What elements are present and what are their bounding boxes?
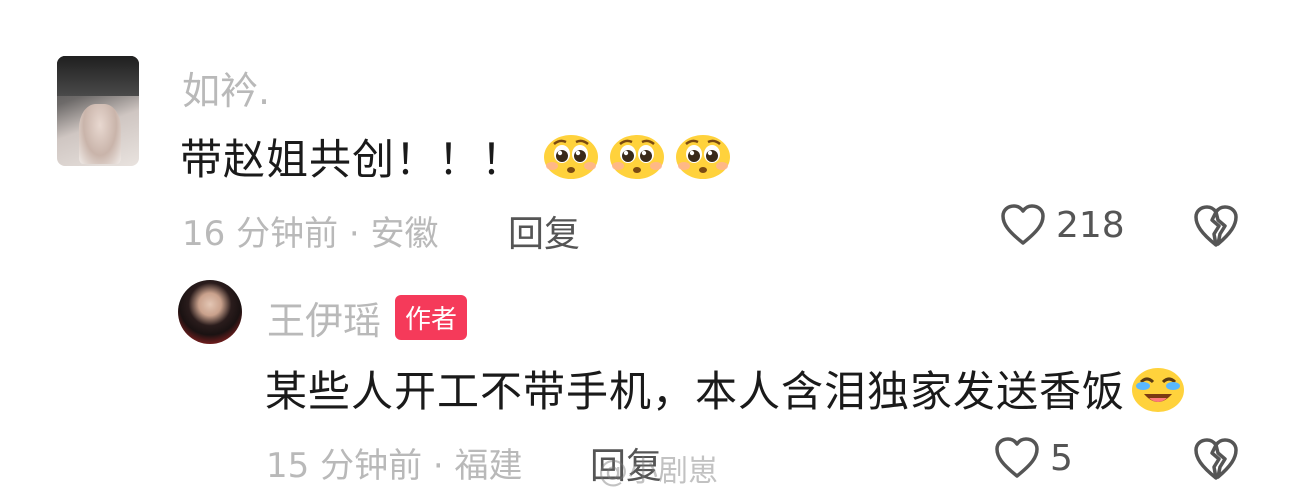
reply-time: 15 分钟前 <box>266 446 423 486</box>
comment-text: 带赵姐共创！！！ <box>180 135 525 184</box>
comment-meta: 16 分钟前 · 安徽 <box>182 206 439 255</box>
reply-meta: 15 分钟前 · 福建 <box>266 438 523 487</box>
author-badge: 作者 <box>395 295 468 340</box>
reply-like-button[interactable]: 5 <box>994 436 1073 480</box>
laughing-crying-emoji-icon <box>1132 367 1185 412</box>
comment-like-count: 218 <box>1056 204 1125 246</box>
commenter-avatar[interactable] <box>57 56 139 166</box>
comment-emojis <box>542 132 732 182</box>
broken-heart-dislike-icon[interactable] <box>1192 436 1240 482</box>
comment-location: 安徽 <box>370 214 439 254</box>
pleading-face-emoji-icon <box>544 134 599 179</box>
author-username[interactable]: 王伊瑶 <box>267 290 381 345</box>
reply-text-row: 某些人开工不带手机，本人含泪独家发送香饭 <box>265 358 1187 419</box>
pleading-face-emoji-icon <box>676 134 731 179</box>
comment-like-button[interactable]: 218 <box>1000 203 1125 247</box>
reply-text: 某些人开工不带手机，本人含泪独家发送香饭 <box>265 367 1126 416</box>
watermark: @小剧崽 <box>598 454 718 489</box>
author-name-row: 王伊瑶 作者 <box>267 290 468 345</box>
commenter-username[interactable]: 如衿. <box>182 60 270 115</box>
heart-icon <box>995 437 1039 478</box>
heart-icon <box>1001 204 1045 245</box>
meta-separator: · <box>348 214 371 254</box>
comment-reply-button[interactable]: 回复 <box>508 205 580 257</box>
reply-like-count: 5 <box>1050 437 1073 479</box>
meta-separator: · <box>432 446 455 486</box>
comment-text-row: 带赵姐共创！！！ <box>180 126 732 187</box>
author-avatar[interactable] <box>178 280 242 344</box>
pleading-face-emoji-icon <box>610 134 665 179</box>
reply-location: 福建 <box>454 446 523 486</box>
broken-heart-dislike-icon[interactable] <box>1192 203 1240 249</box>
comment-time: 16 分钟前 <box>182 214 339 254</box>
